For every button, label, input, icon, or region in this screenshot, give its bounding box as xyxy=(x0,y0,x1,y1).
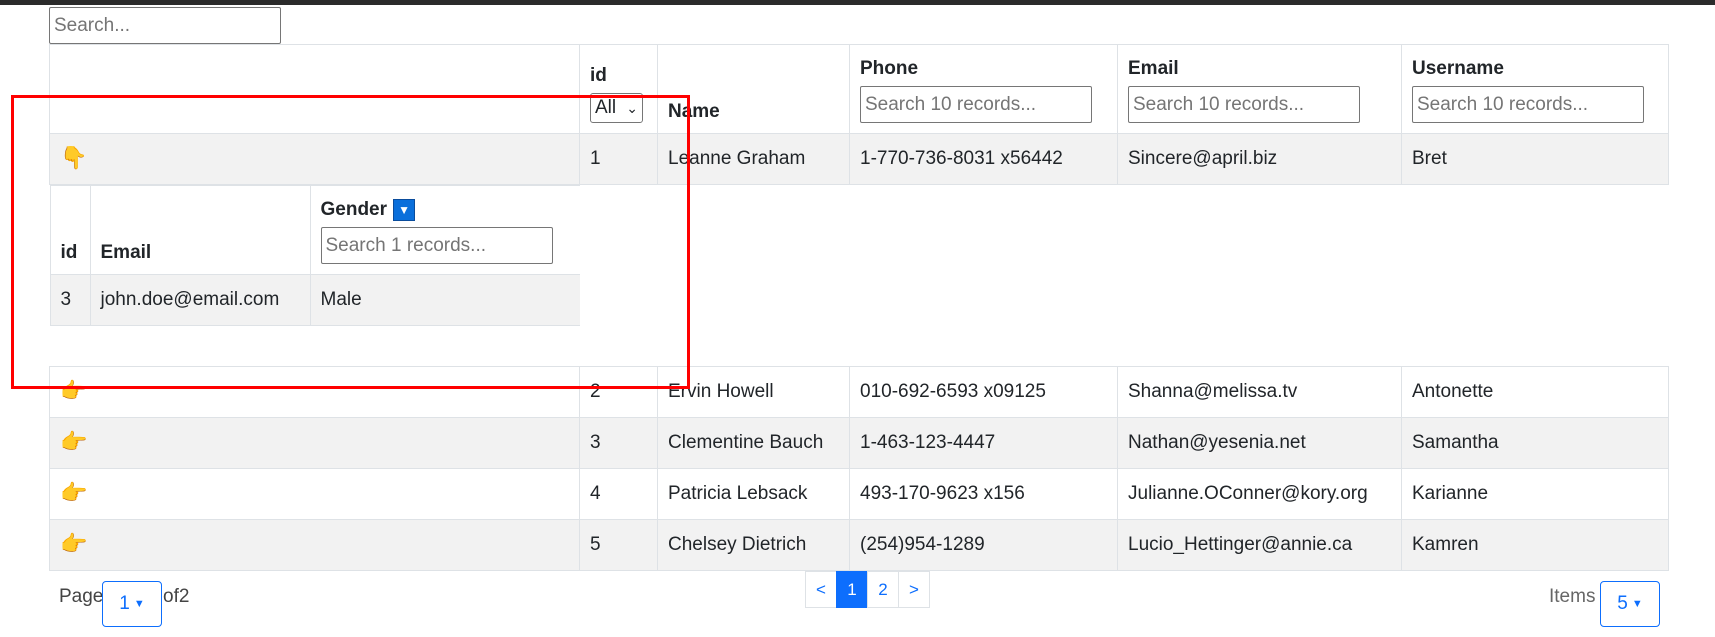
cell-phone: (254)954-1289 xyxy=(849,519,1118,571)
table-row[interactable]: 👉 3 Clementine Bauch 1-463-123-4447 Nath… xyxy=(49,417,1669,469)
email-filter-input[interactable] xyxy=(1128,86,1360,123)
expand-toggle[interactable]: 👉 xyxy=(49,468,580,520)
window-top-bar xyxy=(0,0,1715,5)
sub-cell-id: 3 xyxy=(49,274,91,326)
expand-header xyxy=(49,44,580,134)
cell-email: Nathan@yesenia.net xyxy=(1117,417,1402,469)
cell-name: Patricia Lebsack xyxy=(657,468,850,520)
pagination-prev[interactable]: < xyxy=(805,571,837,608)
detail-subtable: id Email Gender ▼ Search 1 records... 3 … xyxy=(49,185,581,326)
username-header-label: Username xyxy=(1412,58,1504,79)
chevron-down-icon: ⌄ xyxy=(626,99,638,116)
items-per-page-value: 5 xyxy=(1617,593,1628,614)
id-filter-value: All xyxy=(595,97,617,118)
pagination-next[interactable]: > xyxy=(898,571,930,608)
subtable-container: id Email Gender ▼ Search 1 records... 3 … xyxy=(49,185,581,347)
sub-cell-email: john.doe@email.com xyxy=(89,274,311,326)
cell-id: 4 xyxy=(579,468,658,520)
subtable-header-row: id Email Gender ▼ xyxy=(49,185,581,275)
table-row[interactable]: 👇 1 Leanne Graham 1-770-736-8031 x56442 … xyxy=(49,133,1669,185)
email-header-label: Email xyxy=(1128,58,1179,79)
detail-row-filler xyxy=(579,184,1669,347)
email-header: Email xyxy=(1117,44,1402,134)
username-header: Username xyxy=(1401,44,1669,134)
cell-email: Julianne.OConner@kory.org xyxy=(1117,468,1402,520)
hand-pointing-right-icon[interactable]: 👉 xyxy=(60,480,87,505)
gender-filter-input[interactable] xyxy=(320,227,553,264)
phone-header: Phone xyxy=(849,44,1118,134)
expanded-detail-row: id Email Gender ▼ Search 1 records... 3 … xyxy=(49,184,1669,347)
cell-id: 5 xyxy=(579,519,658,571)
hand-pointing-right-icon[interactable]: 👉 xyxy=(60,378,87,403)
expand-toggle[interactable]: 👇 xyxy=(49,133,580,185)
table-row[interactable]: 👉 4 Patricia Lebsack 493-170-9623 x156 J… xyxy=(49,468,1669,520)
users-table: id All ⌄ Name Phone Email xyxy=(49,44,1669,571)
sub-id-header: id xyxy=(49,185,91,275)
cell-name: Chelsey Dietrich xyxy=(657,519,850,571)
pagination-page-1[interactable]: 1 xyxy=(836,571,868,608)
page-label: Page xyxy=(59,586,104,607)
phone-filter-input[interactable] xyxy=(860,86,1092,123)
hand-pointing-right-icon[interactable]: 👉 xyxy=(60,429,87,454)
gender-header-label: Gender xyxy=(320,199,388,220)
cell-email: Sincere@april.biz xyxy=(1117,133,1402,185)
page-select-value: 1 xyxy=(119,593,130,614)
cell-username: Kamren xyxy=(1401,519,1669,571)
id-header: id All ⌄ xyxy=(579,44,658,134)
expand-toggle[interactable]: 👉 xyxy=(49,417,580,469)
sub-cell-gender: Male xyxy=(309,274,581,326)
hand-pointing-right-icon[interactable]: 👉 xyxy=(60,531,87,556)
expand-toggle[interactable]: 👉 xyxy=(49,366,580,418)
cell-phone: 1-463-123-4447 xyxy=(849,417,1118,469)
cell-id: 2 xyxy=(579,366,658,418)
cell-email: Lucio_Hettinger@annie.ca xyxy=(1117,519,1402,571)
cell-id: 1 xyxy=(579,133,658,185)
table-header-row: id All ⌄ Name Phone Email xyxy=(49,44,1669,134)
expand-toggle[interactable]: 👉 xyxy=(49,519,580,571)
page-select-dropdown[interactable]: 1 ▼ xyxy=(102,581,162,627)
page-count-label: of2 xyxy=(163,586,190,607)
name-header-label: Name xyxy=(668,101,720,122)
name-header[interactable]: Name xyxy=(657,44,850,134)
cell-name: Clementine Bauch xyxy=(657,417,850,469)
id-header-label: id xyxy=(590,65,607,86)
caret-down-icon: ▼ xyxy=(133,598,145,610)
caret-down-icon: ▼ xyxy=(1631,598,1643,610)
detail-spacer xyxy=(50,347,1669,367)
cell-phone: 493-170-9623 x156 xyxy=(849,468,1118,520)
sub-gender-header: Gender ▼ xyxy=(309,185,581,275)
subtable-row: 3 john.doe@email.com Male xyxy=(49,274,581,326)
pagination-page-2[interactable]: 2 xyxy=(867,571,899,608)
items-per-page-label: Items xyxy=(1549,586,1596,607)
cell-name: Ervin Howell xyxy=(657,366,850,418)
table-row[interactable]: 👉 2 Ervin Howell 010-692-6593 x09125 Sha… xyxy=(49,366,1669,418)
id-filter-select[interactable]: All ⌄ xyxy=(590,93,643,123)
hand-pointing-down-icon[interactable]: 👇 xyxy=(60,145,87,170)
pagination: < 1 2 > xyxy=(805,571,930,608)
cell-username: Samantha xyxy=(1401,417,1669,469)
cell-username: Bret xyxy=(1401,133,1669,185)
cell-phone: 010-692-6593 x09125 xyxy=(849,366,1118,418)
phone-header-label: Phone xyxy=(860,58,919,79)
items-per-page-dropdown[interactable]: 5 ▼ xyxy=(1600,581,1660,627)
username-filter-input[interactable] xyxy=(1412,86,1644,123)
cell-phone: 1-770-736-8031 x56442 xyxy=(849,133,1118,185)
cell-id: 3 xyxy=(579,417,658,469)
cell-email: Shanna@melissa.tv xyxy=(1117,366,1402,418)
cell-name: Leanne Graham xyxy=(657,133,850,185)
sub-email-header: Email xyxy=(89,185,311,275)
table-row[interactable]: 👉 5 Chelsey Dietrich (254)954-1289 Lucio… xyxy=(49,519,1669,571)
cell-username: Karianne xyxy=(1401,468,1669,520)
global-search-input[interactable] xyxy=(49,7,281,44)
sort-descending-icon[interactable]: ▼ xyxy=(393,199,416,221)
cell-username: Antonette xyxy=(1401,366,1669,418)
